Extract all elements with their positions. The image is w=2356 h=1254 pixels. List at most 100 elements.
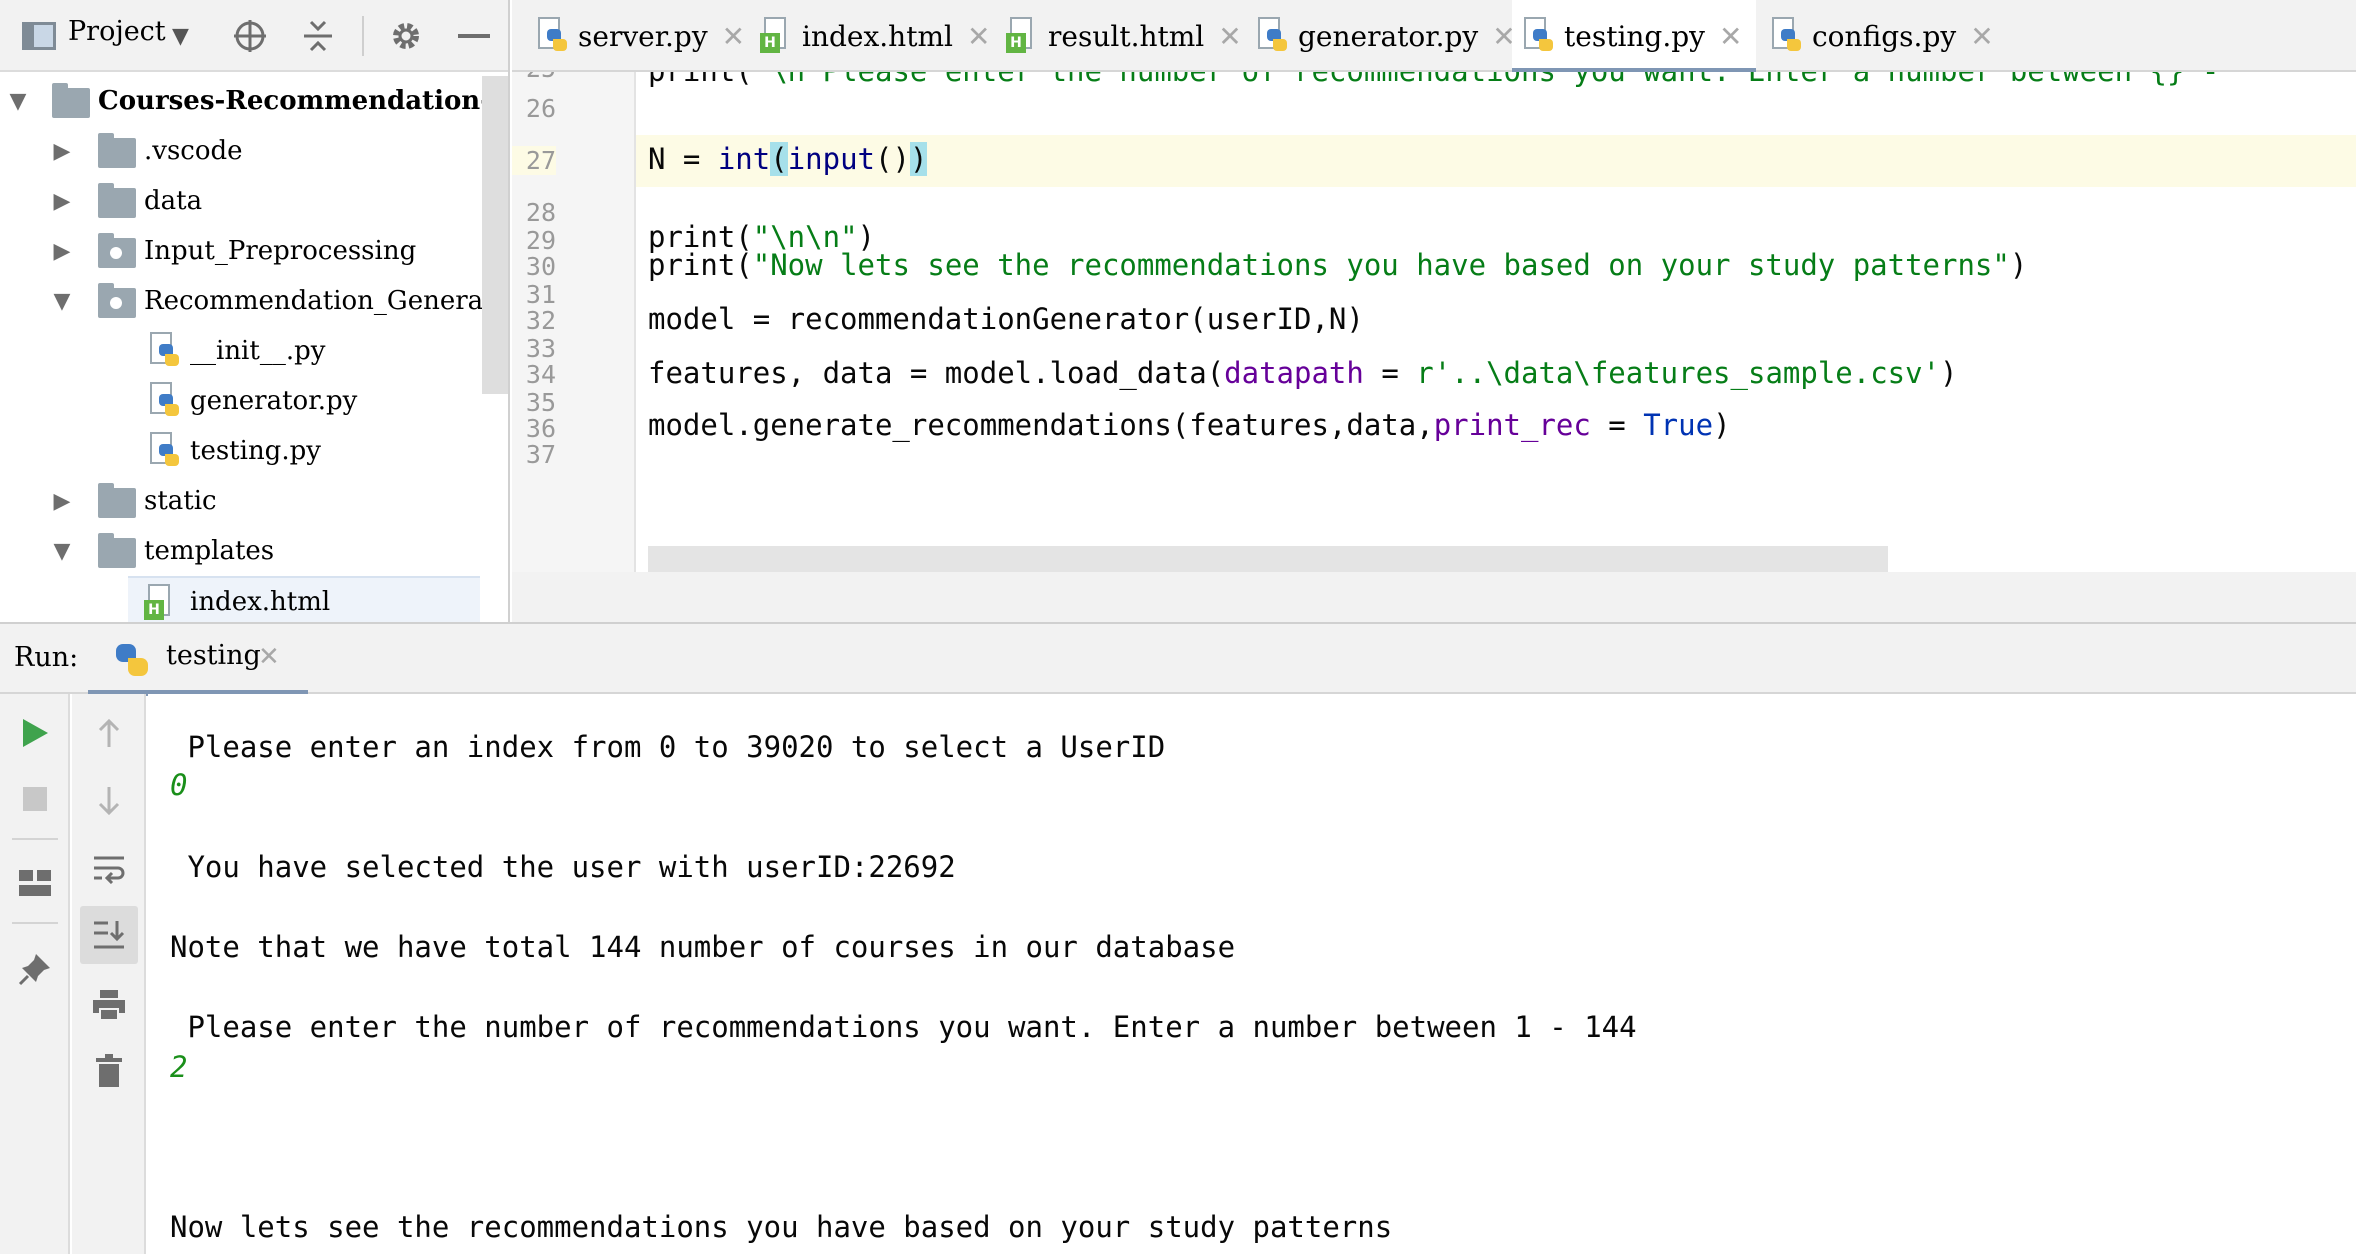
line-number-current: 27 [512,146,556,175]
chevron-right-icon[interactable]: ▶ [50,239,74,264]
tree-item-init-py[interactable]: __init__.py [0,326,480,376]
project-toolbar: Project ▼ [0,0,508,72]
close-icon[interactable]: ✕ [1719,20,1742,53]
tree-item-index-html[interactable]: H index.html [128,576,480,622]
code-string: "Now lets see the recommendations you ha… [752,248,2010,282]
run-panel-header: Run: testing ✕ [0,622,2356,696]
code-token: = [1363,356,1417,390]
run-tab-label: testing [166,640,261,671]
tab-server-py[interactable]: server.py ✕ [536,0,766,72]
code-token: print( [648,72,753,88]
tree-item-label: testing.py [190,436,321,466]
project-view-selector[interactable]: Project [68,16,166,47]
tree-item-templates[interactable]: ▼ templates [0,526,480,576]
code-kwarg: datapath [1224,356,1364,390]
rerun-icon[interactable] [10,708,60,758]
python-file-icon [148,432,179,468]
tree-item-recommendation-generator[interactable]: ▼ Recommendation_Generator [0,276,508,326]
html-file-icon: H [760,17,792,55]
stop-icon[interactable] [10,774,60,824]
close-icon[interactable]: ✕ [258,642,280,672]
folder-icon [52,83,90,118]
tab-testing-py[interactable]: testing.py ✕ [1512,0,1756,74]
tab-label: server.py [578,19,708,53]
close-icon[interactable]: ✕ [1218,20,1241,53]
tree-item-label: templates [144,536,275,566]
tree-item-input-preprocessing[interactable]: ▶ Input_Preprocessing [0,226,480,276]
code-editor[interactable]: 25 26 27 28 29 30 31 32 33 34 35 36 37 p… [512,72,2356,572]
console-user-input: 0 [170,768,188,802]
chevron-right-icon[interactable]: ▶ [50,489,74,514]
python-file-icon [148,382,179,418]
code-token: N = [648,142,718,176]
python-file-icon [536,17,568,55]
console-line: Note that we have total 144 number of co… [170,930,1236,964]
tree-item-label: .vscode [144,136,243,166]
line-number: 25 [512,72,556,83]
print-icon[interactable] [84,980,134,1030]
tab-configs-py[interactable]: configs.py ✕ [1760,0,2000,72]
tree-item-root[interactable]: ▼ Courses-Recommendation-system [0,76,508,126]
chevron-down-icon[interactable]: ▼ [6,89,30,114]
hide-panel-icon[interactable] [452,14,496,58]
gear-icon[interactable] [384,14,428,58]
line-number: 32 [525,306,556,335]
tree-item-testing-py[interactable]: testing.py [0,426,480,476]
code-builtin: input [787,142,876,176]
chevron-down-icon[interactable]: ▼ [172,24,189,49]
trash-icon[interactable] [84,1046,134,1096]
python-icon [116,644,150,678]
toolbar-separator [362,16,364,56]
console-user-input: 2 [170,1050,188,1084]
project-view-icon [22,22,56,50]
close-icon[interactable]: ✕ [722,20,745,53]
pin-icon[interactable] [10,944,60,994]
tree-item-label: Recommendation_Generator [144,286,510,316]
tree-item-vscode[interactable]: ▶ .vscode [0,126,480,176]
tab-label: configs.py [1812,19,1957,53]
tab-result-html[interactable]: H result.html ✕ [1006,0,1256,72]
scroll-to-end-icon[interactable] [80,906,138,964]
tree-item-generator-py[interactable]: generator.py [0,376,480,426]
console-line: Please enter the number of recommendatio… [170,1010,1637,1044]
arrow-down-icon[interactable] [84,776,134,826]
run-panel-label: Run: [14,642,79,673]
tab-generator-py[interactable]: generator.py ✕ [1256,0,1516,72]
code-line-25: print("\n Please enter the number of rec… [648,72,2237,88]
code-token: ) [1940,356,1958,390]
tab-label: result.html [1048,19,1205,53]
code-line-34: features, data = model.load_data(datapat… [648,356,1958,390]
close-icon[interactable]: ✕ [1970,20,1993,53]
chevron-down-icon[interactable]: ▼ [50,289,74,314]
soft-wrap-icon[interactable] [84,844,134,894]
arrow-up-icon[interactable] [84,708,134,758]
folder-icon [98,133,136,168]
tree-item-data[interactable]: ▶ data [0,176,480,226]
brace-match: ) [909,142,928,176]
close-icon[interactable]: ✕ [967,20,990,53]
layout-icon[interactable] [10,858,60,908]
tab-index-html[interactable]: H index.html ✕ [760,0,1000,72]
locate-file-icon[interactable] [228,14,272,58]
run-tab-testing[interactable]: testing ✕ [88,624,308,696]
code-token: ) [1713,408,1731,442]
tree-item-label: generator.py [190,386,358,416]
tree-item-static[interactable]: ▶ static [0,476,480,526]
chevron-right-icon[interactable]: ▶ [50,139,74,164]
line-number-gutter: 25 26 27 28 29 30 31 32 33 34 35 36 37 [512,72,636,572]
line-number: 33 [525,334,556,363]
chevron-down-icon[interactable]: ▼ [50,539,74,564]
horizontal-scrollbar[interactable] [648,546,1888,572]
package-icon [98,283,136,318]
line-number: 34 [525,360,556,389]
code-string: "\n Please enter the number of recommend… [753,72,2237,88]
run-console[interactable]: Please enter an index from 0 to 39020 to… [148,694,2356,1254]
collapse-all-icon[interactable] [296,14,340,58]
code-token: () [875,142,910,176]
chevron-right-icon[interactable]: ▶ [50,189,74,214]
code-token: ) [2009,248,2028,282]
tree-item-label: Courses-Recommendation-system [98,86,508,116]
tree-scrollbar[interactable] [482,76,508,394]
tree-item-label: index.html [190,587,331,617]
code-token: print( [648,248,753,282]
